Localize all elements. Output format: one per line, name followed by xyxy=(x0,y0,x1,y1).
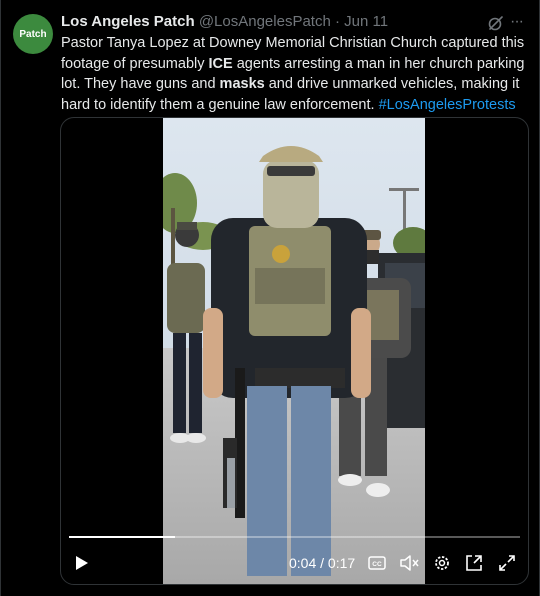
grok-icon[interactable] xyxy=(487,14,505,32)
fullscreen-icon[interactable] xyxy=(495,542,519,584)
pip-icon[interactable] xyxy=(462,542,486,584)
progress-bar[interactable] xyxy=(69,536,520,538)
tweet-header: Los Angeles Patch @LosAngelesPatch · Jun… xyxy=(61,13,479,33)
author-handle[interactable]: @LosAngelesPatch xyxy=(199,13,331,30)
more-options-icon[interactable]: ··· xyxy=(510,14,528,32)
captions-icon[interactable]: CC xyxy=(366,542,388,584)
play-icon[interactable] xyxy=(69,542,95,584)
video-player[interactable]: 0:04 / 0:17 CC xyxy=(60,117,529,585)
progress-fill xyxy=(69,536,175,538)
tweet-text-bold-masks: masks xyxy=(219,76,265,92)
author-name[interactable]: Los Angeles Patch xyxy=(61,13,195,30)
separator: · xyxy=(334,13,340,30)
video-frame-image xyxy=(163,118,425,584)
video-controls: 0:04 / 0:17 CC xyxy=(61,542,528,584)
settings-icon[interactable] xyxy=(430,542,454,584)
tweet-text: Pastor Tanya Lopez at Downey Memorial Ch… xyxy=(61,33,531,115)
avatar-text: Patch xyxy=(19,28,47,40)
hashtag-link[interactable]: #LosAngelesProtests xyxy=(379,97,516,113)
video-frame[interactable] xyxy=(163,118,425,584)
svg-text:CC: CC xyxy=(372,561,382,568)
tweet[interactable]: Patch Los Angeles Patch @LosAngelesPatch… xyxy=(0,0,540,596)
tweet-text-bold-ice: ICE xyxy=(208,55,233,72)
avatar[interactable]: Patch xyxy=(13,14,53,54)
tweet-date[interactable]: Jun 11 xyxy=(344,13,388,30)
time-display: 0:04 / 0:17 xyxy=(289,555,356,571)
mute-icon[interactable] xyxy=(397,542,421,584)
